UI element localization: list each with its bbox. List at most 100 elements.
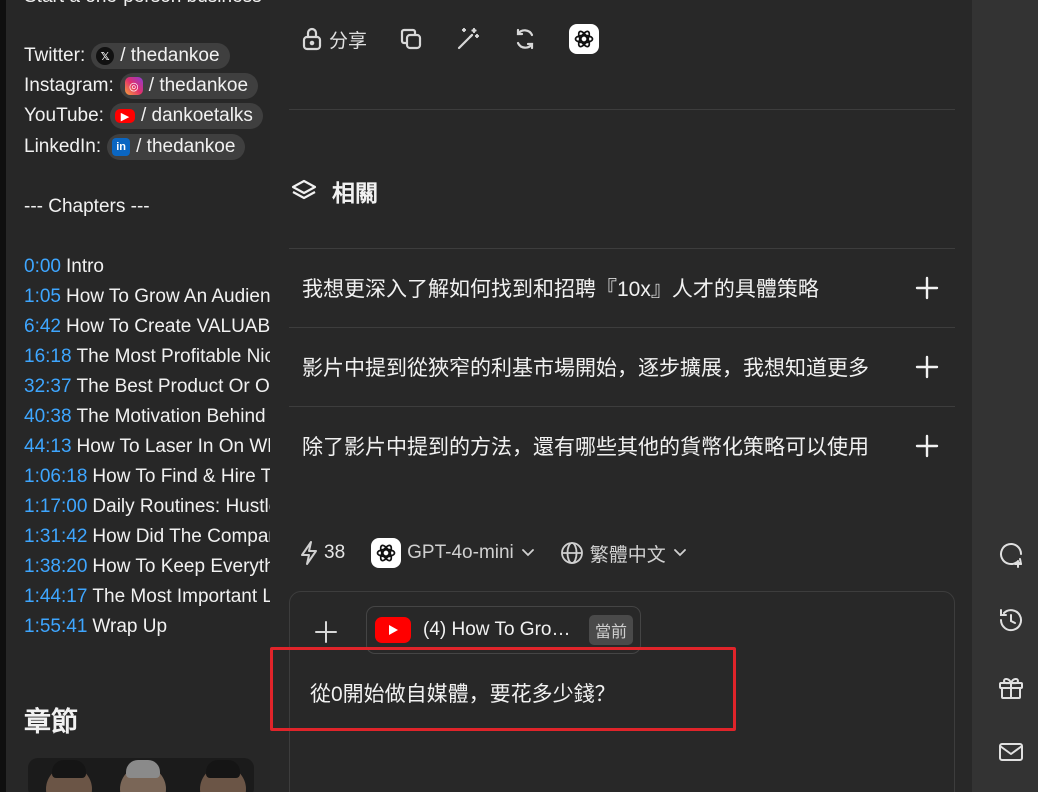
add-context-button[interactable] [314,620,338,649]
chapter-timestamp[interactable]: 1:38:20 [24,556,87,577]
sidebar-rail [972,0,1038,792]
panel-toolbar: 分享 [300,22,630,56]
social-label: LinkedIn: [24,136,102,157]
social-label: YouTube: [24,105,104,126]
thumbnail-person [120,760,166,792]
chapter-timestamp[interactable]: 40:38 [24,406,72,427]
social-chip-instagram[interactable]: ◎ / thedankoe [119,73,259,99]
chapters-header: --- Chapters --- [24,196,150,217]
chapter-item: 1:31:42How Did The Company Grow [24,526,290,552]
youtube-icon: ▶ [114,109,135,123]
mail-button[interactable] [996,737,1026,767]
social-handle: / thedankoe [148,75,249,96]
gift-icon [999,677,1023,699]
chapter-title: The Most Profitable Niche [76,346,290,367]
social-twitter: Twitter: 𝕏 / thedankoe [24,41,230,71]
related-header: 相關 [290,176,378,206]
chat-composer[interactable]: (4) How To Grow An Audience 當前 從0開始做自媒體，… [289,591,955,792]
chapter-timestamp[interactable]: 0:00 [24,256,61,277]
social-chip-linkedin[interactable]: in / thedankoe [107,134,246,160]
chapter-item: 0:00 Intro [24,256,104,282]
openai-icon [574,30,594,48]
social-handle: / thedankoe [136,136,236,157]
model-selector[interactable]: GPT-4o-mini [371,538,534,568]
chat-input[interactable]: 從0開始做自媒體，要花多少錢？ [310,678,616,708]
composer-options: 38 GPT-4o-mini 繁體中文 [298,536,712,570]
credits-count: 38 [324,542,346,563]
mail-icon [999,743,1023,761]
chapter-item: 6:42How To Create VALUABLE Content [24,316,290,342]
x-icon: 𝕏 [96,47,115,65]
related-title: 相關 [332,180,378,206]
share-button[interactable]: 分享 [300,26,367,53]
social-label: Twitter: [24,45,86,66]
copy-button[interactable] [398,26,424,52]
chapter-timestamp[interactable]: 44:13 [24,436,72,457]
chapter-item: 1:38:20 How To Keep Everything [24,556,290,582]
chapter-title: How To Find & Hire Talent [92,466,290,487]
thumbnail-person [200,760,246,792]
social-label: Instagram: [24,75,114,96]
credits-indicator: 38 [298,540,345,566]
lightning-icon [301,541,317,565]
thumbnail-person [46,760,92,792]
chapter-title: How To Grow An Audience [65,286,290,307]
chapter-title: The Best Product Or Offer [76,376,290,397]
history-icon [999,609,1022,632]
chapter-title: How To Laser In On What Matters [76,436,290,457]
chapter-item: 16:18 The Most Profitable Niche [24,346,290,372]
description-text: Start a one-person business [24,0,262,8]
language-selector[interactable]: 繁體中文 [560,540,686,567]
layers-icon [291,179,317,200]
copy-icon [400,28,422,50]
chapter-timestamp[interactable]: 1:17:00 [24,496,87,517]
chapter-timestamp[interactable]: 1:55:41 [24,616,87,637]
chapter-timestamp[interactable]: 6:42 [24,316,61,337]
chapter-title: How To Create VALUABLE Content [65,316,290,337]
chevron-down-icon [673,549,686,557]
chapter-timestamp[interactable]: 1:31:42 [24,526,87,547]
plus-icon[interactable] [915,355,939,379]
related-question[interactable]: 影片中提到從狹窄的利基市場開始，逐步擴展，我想知道更多 [289,327,955,406]
related-question[interactable]: 我想更深入了解如何找到和招聘『10x』人才的具體策略 [289,248,955,327]
chapter-item: 44:13How To Laser In On What Matters [24,436,290,462]
chatgpt-button[interactable] [569,24,600,54]
magic-wand-button[interactable] [455,26,481,52]
chapter-item: 1:06:18 How To Find & Hire Talent [24,466,290,492]
social-youtube: YouTube: ▶ / dankoetalks [24,101,263,131]
chapter-item: 32:37 The Best Product Or Offer [24,376,290,402]
chapter-timestamp[interactable]: 1:44:17 [24,586,87,607]
new-chat-button[interactable] [996,540,1026,570]
plus-icon[interactable] [915,434,939,458]
chapter-timestamp[interactable]: 1:06:18 [24,466,87,487]
chapter-title: The Most Important Lesson [92,586,290,607]
social-instagram: Instagram: ◎ / thedankoe [24,71,259,101]
history-button[interactable] [996,605,1026,635]
related-question[interactable]: 除了影片中提到的方法，還有哪些其他的貨幣化策略可以使用 [289,406,955,485]
chapter-thumbnail[interactable] [28,758,254,792]
social-linkedin: LinkedIn: in / thedankoe [24,132,246,162]
regenerate-button[interactable] [512,26,538,52]
chapter-title: Daily Routines: Hustle [92,496,280,517]
toolbar-divider [289,109,955,110]
magic-wand-icon [457,27,480,50]
social-chip-twitter[interactable]: 𝕏 / thedankoe [91,43,230,69]
chapter-item: 1:17:00 Daily Routines: Hustle [24,496,279,522]
refresh-icon [516,28,534,50]
share-label: 分享 [329,30,368,52]
new-chat-icon [1000,543,1022,568]
chapter-title: How Did The Company Grow [92,526,290,547]
model-name: GPT-4o-mini [407,542,514,563]
openai-icon [371,538,402,568]
chapter-timestamp[interactable]: 16:18 [24,346,72,367]
video-context-chip[interactable]: (4) How To Grow An Audience 當前 [366,606,641,654]
gift-button[interactable] [996,672,1026,702]
plus-icon[interactable] [915,276,939,300]
social-handle: / thedankoe [120,45,220,66]
assistant-panel: 分享 相關 我想更深入了解如何找到和招聘『10x』人才的具體策略 影片中提到從狹… [270,0,972,792]
youtube-page: Start a one-person business Twitter: 𝕏 /… [0,0,290,792]
chapter-timestamp[interactable]: 1:05 [24,286,61,307]
chapter-timestamp[interactable]: 32:37 [24,376,72,397]
social-chip-youtube[interactable]: ▶ / dankoetalks [109,103,263,129]
chapters-section-title: 章節 [24,707,78,737]
